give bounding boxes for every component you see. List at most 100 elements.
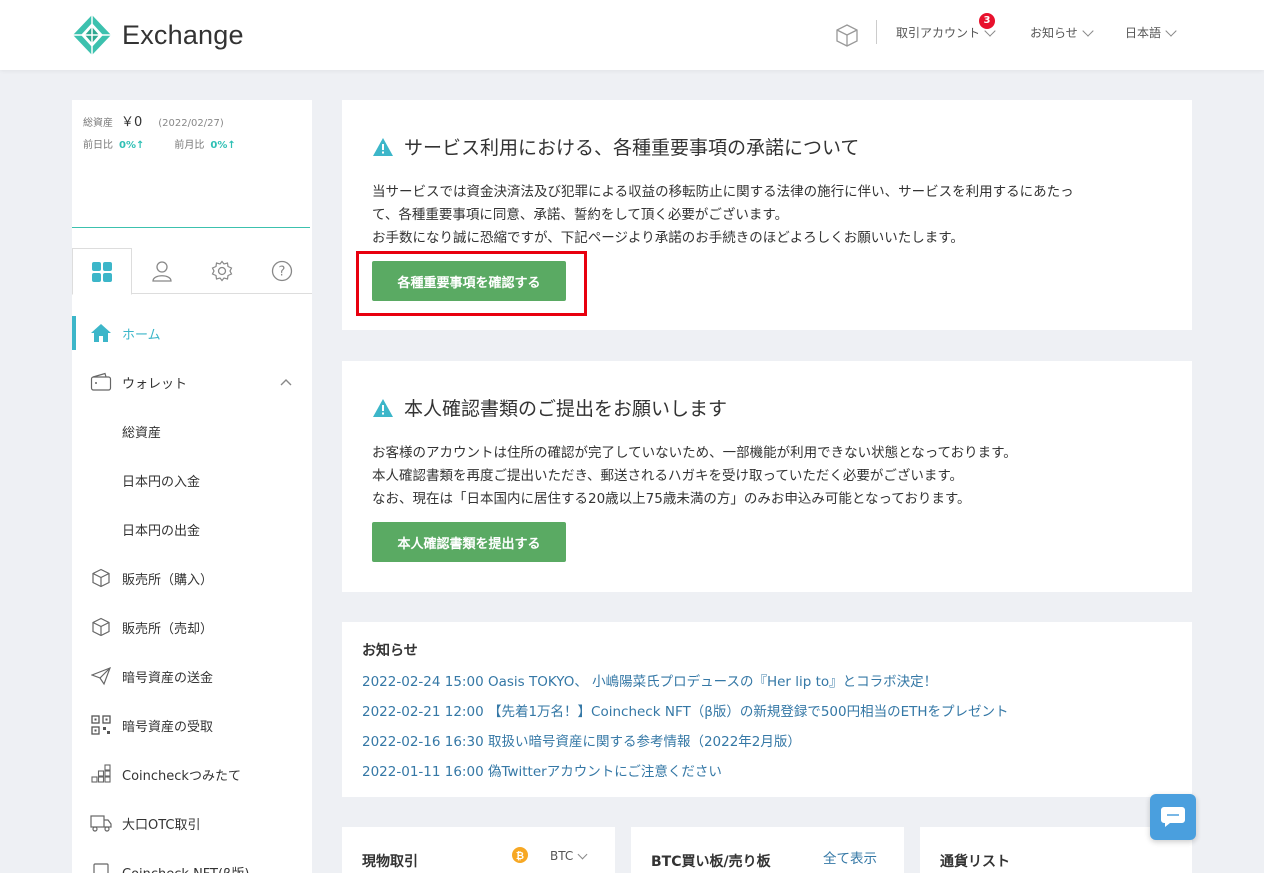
notice-terms-line: お手数になり誠に恐縮ですが、下記ページより承諾のお手続きのほどよろしくお願いいた… bbox=[372, 230, 964, 246]
logo-icon bbox=[73, 15, 111, 55]
account-menu[interactable]: 取引アカウント bbox=[896, 24, 996, 41]
language-menu-label: 日本語 bbox=[1125, 26, 1162, 40]
total-assets-date: (2022/02/27) bbox=[158, 118, 224, 129]
news-link[interactable]: 2022-02-24 15:00 Oasis TOKYO、 小嶋陽菜氏プロデュー… bbox=[362, 670, 937, 690]
sidebar-item-label: 総資産 bbox=[122, 425, 162, 441]
sidebar-item-label: 暗号資産の送金 bbox=[122, 670, 214, 686]
help-icon: ? bbox=[271, 260, 293, 282]
notice-id-line: 本人確認書類を再度ご提出いただき、郵送されるハガキを受け取っていただく必要がござ… bbox=[372, 468, 964, 484]
chat-icon bbox=[1161, 807, 1185, 827]
month-change-value: 0%↑ bbox=[210, 140, 236, 151]
sidebar-item-otc[interactable]: 大口OTC取引 bbox=[72, 803, 312, 843]
account-menu-label: 取引アカウント bbox=[896, 26, 981, 40]
month-change-label: 前月比 bbox=[174, 140, 205, 151]
qr-code-icon bbox=[90, 714, 112, 736]
sidebar-item-buy[interactable]: 販売所（購入） bbox=[72, 558, 312, 598]
asset-chart-line bbox=[72, 227, 310, 228]
logo-text: Exchange bbox=[122, 19, 244, 50]
tab-account[interactable] bbox=[132, 248, 192, 294]
tab-help[interactable]: ? bbox=[252, 248, 312, 294]
order-book-card: BTC買い板/売り板 全て表示 bbox=[631, 827, 904, 873]
sidebar-item-label: 日本円の入金 bbox=[122, 474, 201, 490]
top-header: Exchange 取引アカウント 3 お知らせ 日本語 bbox=[0, 0, 1264, 70]
notice-id-title: 本人確認書類のご提出をお願いします bbox=[372, 394, 727, 421]
svg-text:?: ? bbox=[279, 265, 286, 280]
bitcoin-icon: ₿ bbox=[512, 847, 528, 863]
chevron-down-icon bbox=[1082, 24, 1094, 37]
sidebar-item-sell[interactable]: 販売所（売却） bbox=[72, 607, 312, 647]
notice-terms-line: 当サービスでは資金決済法及び犯罪による収益の移転防止に関する法律の施行に伴い、サ… bbox=[372, 184, 1074, 200]
chevron-down-icon bbox=[577, 849, 588, 859]
sidebar-item-label: 大口OTC取引 bbox=[122, 817, 201, 833]
sidebar-item-wallet[interactable]: ウォレット bbox=[72, 362, 312, 402]
sidebar-item-nft[interactable]: Coincheck NFT(β版) bbox=[72, 852, 312, 873]
chevron-down-icon bbox=[1165, 24, 1177, 37]
sidebar-item-tsumitate[interactable]: Coincheckつみたて bbox=[72, 754, 312, 794]
notice-terms-body: 当サービスでは資金決済法及び犯罪による収益の移転防止に関する法律の施行に伴い、サ… bbox=[372, 181, 1074, 250]
news-link[interactable]: 2022-01-11 16:00 偽Twitterアカウントにご注意ください bbox=[362, 760, 722, 780]
truck-icon bbox=[90, 812, 112, 834]
cube-icon[interactable] bbox=[834, 22, 860, 48]
warning-icon bbox=[373, 398, 393, 417]
chevron-up-icon bbox=[280, 379, 292, 386]
highlight-box bbox=[356, 251, 587, 316]
sidebar-item-label: 日本円の出金 bbox=[122, 523, 201, 539]
nft-icon bbox=[90, 861, 112, 873]
gear-icon bbox=[211, 260, 233, 282]
warning-icon bbox=[373, 137, 393, 156]
notice-id-line: なお、現在は「日本国内に居住する20歳以上75歳未満の方」のみお申込み可能となっ… bbox=[372, 491, 971, 507]
news-link[interactable]: 2022-02-16 16:30 取扱い暗号資産に関する参考情報（2022年2月… bbox=[362, 730, 801, 750]
tab-settings[interactable] bbox=[192, 248, 252, 294]
grid-icon bbox=[92, 261, 112, 282]
coin-select-label: BTC bbox=[550, 849, 574, 863]
show-all-link[interactable]: 全て表示 bbox=[823, 847, 877, 867]
coin-select[interactable]: BTC bbox=[550, 849, 588, 863]
day-change-label: 前日比 bbox=[83, 140, 113, 151]
submit-id-button[interactable]: 本人確認書類を提出する bbox=[372, 522, 566, 562]
sidebar-item-send[interactable]: 暗号資産の送金 bbox=[72, 656, 312, 696]
day-change-value: 0%↑ bbox=[119, 140, 145, 151]
notice-id-line: お客様のアカウントは住所の確認が完了していないため、一部機能が利用できない状態と… bbox=[372, 445, 1017, 461]
news-link[interactable]: 2022-02-21 12:00 【先着1万名！】Coincheck NFT（β… bbox=[362, 700, 1009, 720]
news-menu-label: お知らせ bbox=[1030, 26, 1078, 40]
sidebar-item-label: Coincheck NFT(β版) bbox=[122, 863, 249, 873]
news-menu[interactable]: お知らせ bbox=[1030, 24, 1094, 41]
sidebar-item-jpy-withdraw[interactable]: 日本円の出金 bbox=[72, 509, 312, 549]
notice-id-card: 本人確認書類のご提出をお願いします お客様のアカウントは住所の確認が完了していな… bbox=[342, 361, 1192, 592]
notice-terms-title: サービス利用における、各種重要事項の承諾について bbox=[372, 133, 859, 160]
order-book-title: BTC買い板/売り板 bbox=[651, 854, 771, 870]
cube-icon bbox=[90, 567, 112, 589]
sidebar-item-receive[interactable]: 暗号資産の受取 bbox=[72, 705, 312, 745]
sidebar-item-label: 販売所（購入） bbox=[122, 572, 214, 588]
user-icon bbox=[152, 261, 172, 282]
spot-trade-card: 現物取引 ₿ BTC bbox=[342, 827, 615, 873]
sidebar-item-home[interactable]: ホーム bbox=[72, 313, 312, 353]
currency-list-title: 通貨リスト bbox=[940, 854, 1010, 870]
notice-terms-line: て、各種重要事項に同意、承諾、誓約をして頂く必要がございます。 bbox=[372, 207, 789, 223]
header-divider bbox=[876, 20, 877, 44]
total-assets-value: ￥0 bbox=[121, 115, 143, 130]
notice-id-title-text: 本人確認書類のご提出をお願いします bbox=[404, 398, 728, 420]
sidebar-item-total-assets[interactable]: 総資産 bbox=[72, 411, 312, 451]
chat-button[interactable] bbox=[1150, 794, 1196, 840]
news-title: お知らせ bbox=[362, 643, 418, 659]
svg-text:₿: ₿ bbox=[516, 850, 524, 862]
tab-dashboard[interactable] bbox=[72, 248, 132, 295]
notice-id-body: お客様のアカウントは住所の確認が完了していないため、一部機能が利用できない状態と… bbox=[372, 442, 1017, 511]
sidebar-item-label: ホーム bbox=[122, 327, 161, 343]
logo[interactable]: Exchange bbox=[72, 14, 244, 56]
language-menu[interactable]: 日本語 bbox=[1125, 24, 1177, 41]
notification-badge: 3 bbox=[979, 13, 995, 29]
total-assets-label: 総資産 bbox=[83, 118, 113, 129]
send-icon bbox=[90, 665, 112, 687]
sidebar-item-label: 販売所（売却） bbox=[122, 621, 214, 637]
wallet-icon bbox=[90, 371, 112, 393]
sidebar-item-label: Coincheckつみたて bbox=[122, 768, 241, 784]
spot-trade-title: 現物取引 bbox=[362, 854, 418, 870]
sidebar: 総資産 ￥0 (2022/02/27) 前日比 0%↑ 前月比 0%↑ ? ホー… bbox=[72, 100, 312, 873]
sidebar-item-label: ウォレット bbox=[122, 376, 188, 392]
home-icon bbox=[90, 322, 112, 344]
total-assets: 総資産 ￥0 (2022/02/27) bbox=[83, 111, 224, 130]
change-row: 前日比 0%↑ 前月比 0%↑ bbox=[83, 136, 236, 151]
sidebar-item-jpy-deposit[interactable]: 日本円の入金 bbox=[72, 460, 312, 500]
